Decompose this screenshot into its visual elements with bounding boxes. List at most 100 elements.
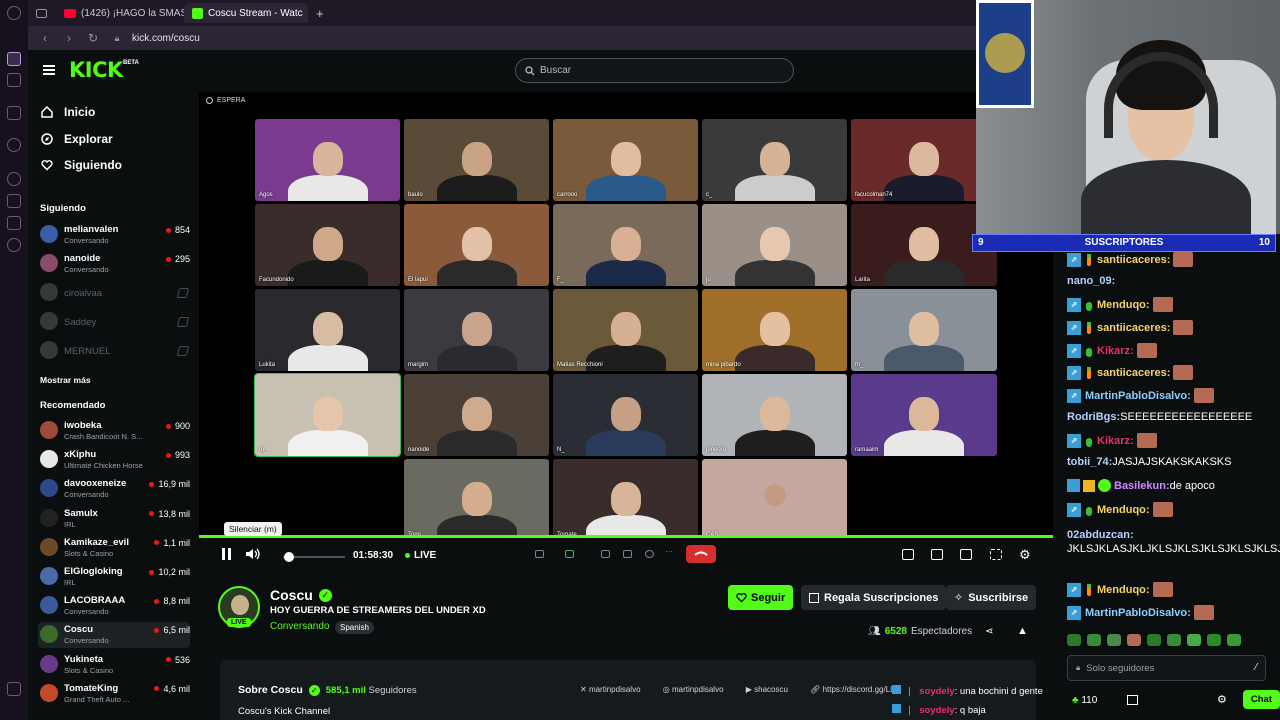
tab-kick[interactable]: Coscu Stream - Watc (184, 3, 308, 23)
chat-username[interactable]: Menduqo: (1097, 584, 1150, 596)
participant-tile[interactable]: El lapui (404, 204, 549, 286)
channel-davooxeneize[interactable]: davooxeneize Conversando 16,9 mil (38, 476, 190, 502)
soundboard-icon[interactable] (645, 550, 654, 558)
channel-ciroalvaa[interactable]: ciroalvaa (38, 280, 190, 306)
browser-menu-icon[interactable] (7, 6, 21, 20)
subscribe-button[interactable]: ✧ Suscribirse (946, 585, 1037, 610)
participant-tile[interactable]: pineoro (702, 374, 847, 456)
camera-icon[interactable] (565, 550, 574, 558)
channel-saddey[interactable]: Saddey (38, 309, 190, 335)
chat-username[interactable]: Kikarz: (1097, 345, 1134, 357)
channel-xkiphu[interactable]: xKiphu Ultimate Chicken Horse 993 (38, 447, 190, 473)
kick-logo[interactable]: KICK (69, 58, 123, 82)
tab-sidebar-toggle[interactable] (32, 3, 52, 23)
messages-icon[interactable] (7, 73, 21, 87)
chat-username[interactable]: Basilekun: (1114, 480, 1170, 492)
volume-button[interactable] (245, 548, 261, 563)
channel-yukineta[interactable]: Yukineta Slots & Casino 536 (38, 652, 190, 678)
channel-kamikaze_evil[interactable]: Kamikaze_evil Slots & Casino 1,1 mil (38, 535, 190, 561)
history-icon[interactable] (7, 172, 21, 186)
chat-username[interactable]: nano_09: (1067, 275, 1115, 287)
share-icon[interactable]: ⋖ (985, 626, 993, 637)
emote-icon[interactable] (1147, 634, 1161, 646)
participant-tile[interactable]: c_ (702, 119, 847, 201)
extensions-icon[interactable] (7, 238, 21, 252)
language-tag[interactable]: Spanish (335, 621, 374, 634)
url-field[interactable]: kick.com/coscu (132, 33, 200, 44)
back-icon[interactable]: ‹ (38, 31, 52, 45)
reload-icon[interactable]: ↻ (86, 31, 100, 45)
youtube-link[interactable]: ▶ shacoscu (746, 685, 798, 694)
participant-tile[interactable]: Agos (255, 119, 400, 201)
emote-icon[interactable] (1107, 634, 1121, 646)
emote-icon[interactable] (1187, 634, 1201, 646)
show-more-link[interactable]: Mostrar más (40, 375, 91, 385)
follow-button[interactable]: Seguir (728, 585, 794, 610)
channel-points[interactable]: ♣ 110 (1072, 695, 1097, 706)
participant-tile[interactable]: margim (404, 289, 549, 371)
participant-tile[interactable]: N_ (553, 374, 698, 456)
emote-icon[interactable] (1167, 634, 1181, 646)
emote-icon[interactable] (1227, 634, 1241, 646)
channel-elglogloking[interactable]: ElGlogloking IRL 10,2 mil (38, 564, 190, 590)
report-icon[interactable]: ▲ (1017, 625, 1028, 637)
participant-tile[interactable]: m_ (254, 373, 401, 457)
activity-icon[interactable] (623, 550, 632, 558)
forward-icon[interactable]: › (62, 31, 76, 45)
chat-input[interactable]: 🔒︎ Solo seguidores ⁄ (1067, 655, 1266, 681)
participant-tile[interactable]: ramaaim (851, 374, 997, 456)
settings-icon[interactable] (7, 138, 21, 152)
participant-tile[interactable]: baulo (404, 119, 549, 201)
downloads-icon[interactable] (7, 194, 21, 208)
channel-nanoide[interactable]: nanoide Conversando 295 (38, 251, 190, 277)
participant-tile[interactable]: Tomate (553, 459, 698, 541)
live-indicator[interactable]: LIVE (405, 550, 436, 561)
gift-chat-icon[interactable] (1127, 695, 1138, 705)
menu-icon[interactable] (43, 65, 55, 75)
participant-tile[interactable]: F_ (553, 204, 698, 286)
chat-username[interactable]: Menduqo: (1097, 299, 1150, 311)
channel-coscu[interactable]: Coscu Conversando 6,5 mil (38, 622, 190, 649)
participant-tile[interactable]: Facundonido (255, 204, 400, 286)
channel-melianvalen[interactable]: melianvalen Conversando 854 (38, 222, 190, 248)
chat-username[interactable]: tobii_74: (1067, 456, 1112, 468)
gift-subs-button[interactable]: Regala Suscripciones (801, 585, 947, 610)
participant-tile[interactable]: Tomi (404, 459, 549, 541)
sidebar-item-siguiendo[interactable]: Siguiendo (40, 158, 122, 172)
games-icon[interactable] (7, 106, 21, 120)
participant-tile[interactable]: CAS (702, 459, 847, 541)
miniplayer-icon[interactable] (902, 549, 914, 560)
channel-iwobeka[interactable]: iwobeka Crash Bandicoot N. S... 900 (38, 418, 190, 444)
chat-username[interactable]: 02abduzcan: (1067, 529, 1134, 541)
chat-username[interactable]: MartinPabloDisalvo: (1085, 390, 1191, 402)
stream-category[interactable]: Conversando (270, 621, 329, 632)
search-input[interactable]: Buscar (515, 58, 794, 83)
settings-gear-icon[interactable]: ⚙ (1019, 547, 1031, 563)
emote-icon[interactable] (1207, 634, 1221, 646)
emote-icon[interactable] (1087, 634, 1101, 646)
video-player[interactable]: ESPERA Agos baulo carrooo c_ facucolman74 Fac… (199, 92, 1053, 541)
participant-tile[interactable]: carrooo (553, 119, 698, 201)
participant-tile[interactable]: Lukita (255, 289, 400, 371)
emote-icon[interactable] (1127, 634, 1141, 646)
x-link[interactable]: ✕ martinpdisalvo (580, 685, 651, 694)
chat-username[interactable]: santiicaceres: (1097, 254, 1170, 266)
participant-tile[interactable]: Matias Recchioni (553, 289, 698, 371)
hangup-button[interactable] (686, 545, 716, 563)
channel-lacobraaa[interactable]: LACOBRAAA Conversando 8,8 mil (38, 593, 190, 619)
pause-button[interactable] (221, 548, 232, 563)
panel-icon[interactable] (7, 682, 21, 696)
wide-mode-icon[interactable] (960, 549, 972, 560)
instagram-link[interactable]: ◎ martinpdisalvo (663, 685, 734, 694)
emote-picker-icon[interactable]: ⁄ (1255, 662, 1257, 673)
volume-knob[interactable] (284, 552, 294, 562)
chat-settings-icon[interactable]: ⚙ (1217, 693, 1227, 706)
channel-samulx[interactable]: Samulx IRL 13,8 mil (38, 506, 190, 532)
chat-username[interactable]: Kikarz: (1097, 435, 1134, 447)
participant-tile[interactable]: nanoide (404, 374, 549, 456)
channel-mernuel[interactable]: MERNUEL (38, 338, 190, 364)
channel-tomateking[interactable]: TomateKing Grand Theft Auto ... 4,6 mil (38, 681, 190, 707)
chat-send-button[interactable]: Chat (1242, 690, 1280, 709)
chat-username[interactable]: santiicaceres: (1097, 322, 1170, 334)
new-tab-button[interactable]: + (308, 3, 328, 23)
